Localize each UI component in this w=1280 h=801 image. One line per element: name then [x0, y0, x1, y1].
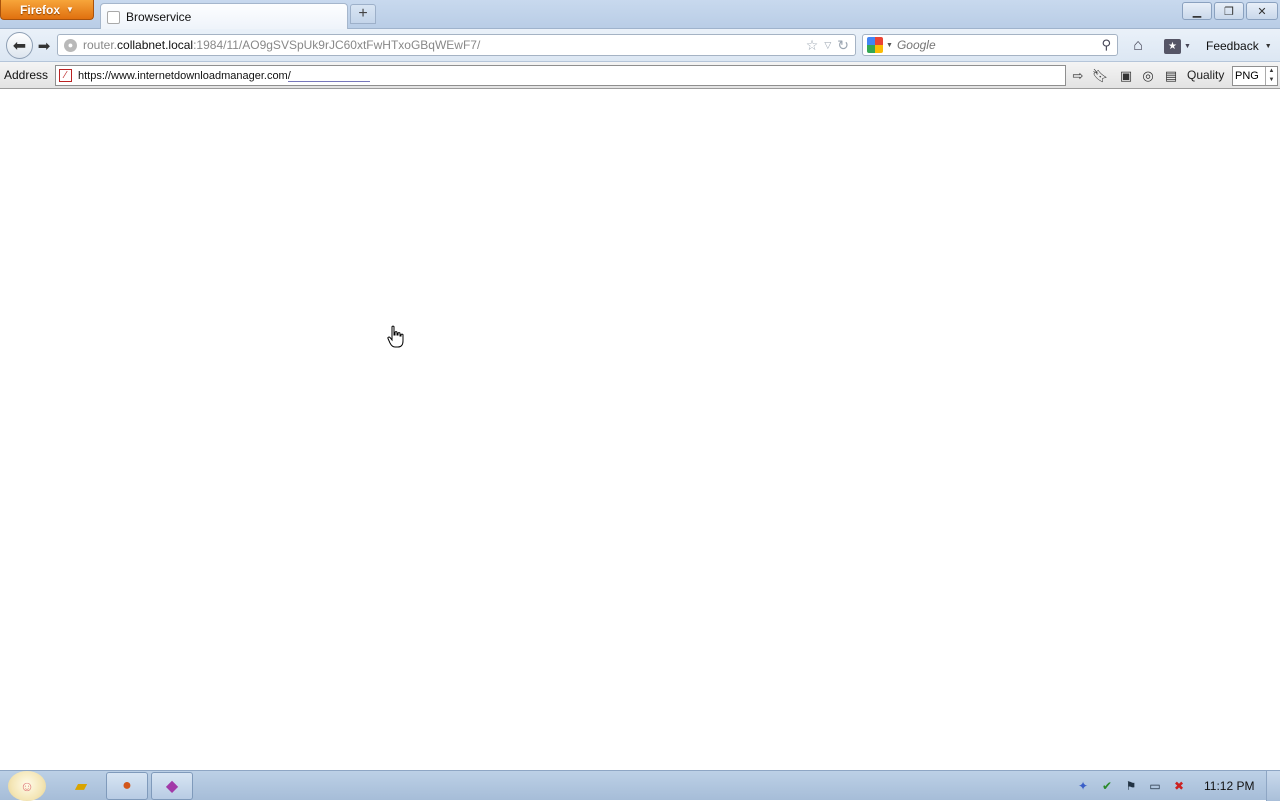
new-tab-button[interactable]: + — [350, 4, 376, 24]
home-icon: ⌂ — [1133, 37, 1143, 54]
firefox-menu-label: Firefox — [20, 2, 61, 17]
minimize-icon: ▁ — [1192, 5, 1202, 18]
forward-button[interactable]: ➡ — [34, 36, 54, 56]
page-viewport[interactable] — [0, 90, 1280, 770]
url-text: router.collabnet.local:1984/11/AO9gSVSpU… — [83, 38, 480, 52]
tray-flag-icon[interactable]: ⚑ — [1123, 778, 1139, 794]
save-page-icon[interactable]: ▣ — [1117, 67, 1135, 85]
home-button[interactable]: ⌂ — [1127, 35, 1149, 57]
tab-browservice[interactable]: Browservice — [100, 3, 348, 30]
url-prefix: router. — [83, 38, 118, 52]
magnifier-icon[interactable]: ⚲ — [1101, 37, 1111, 53]
history-dropdown-icon[interactable]: ▽ — [824, 37, 831, 54]
search-bar: ▼ ⚲ — [862, 34, 1118, 56]
back-button[interactable]: ⬅ — [6, 32, 33, 59]
firefox-icon: ● — [122, 777, 132, 794]
reload-icon[interactable]: ↻ — [837, 37, 849, 54]
taskbar-clock[interactable]: 11:12 PM — [1204, 779, 1254, 793]
address-input[interactable] — [78, 69, 978, 82]
bookmarks-icon: ★ — [1164, 38, 1181, 54]
url-path: :1984/11/AO9gSVSpUk9rJC60xtFwHTxoGBqWEwF… — [193, 38, 481, 52]
bookmarks-button[interactable]: ★ ▼ — [1164, 36, 1198, 56]
hand-cursor-icon — [387, 325, 404, 348]
search-input[interactable] — [896, 38, 1087, 52]
quality-value: PNG — [1235, 70, 1259, 82]
star-icon[interactable]: ☆ — [806, 37, 819, 54]
close-button[interactable]: ✕ — [1246, 2, 1278, 20]
taskbar: ☺ ▰ ● ◆ ✦ ✔ ⚑ ▭ ✖ 11:12 PM — [0, 770, 1280, 801]
navigation-toolbar: ⬅ ➡ ● router.collabnet.local:1984/11/AO9… — [0, 29, 1280, 62]
show-desktop-button[interactable] — [1266, 771, 1280, 801]
taskbar-firefox-button[interactable]: ● — [106, 772, 148, 800]
google-icon[interactable] — [867, 37, 883, 53]
tray-volume-muted-icon[interactable]: ✖ — [1171, 778, 1187, 794]
restore-button[interactable]: ❐ — [1214, 2, 1244, 20]
caret-down-icon: ▼ — [66, 5, 74, 14]
clipboard-icon[interactable]: ▤ — [1162, 67, 1180, 85]
tray-display-icon[interactable]: ▭ — [1147, 778, 1163, 794]
tray-security-icon[interactable]: ✔ — [1099, 778, 1115, 794]
site-identity-icon[interactable]: ● — [64, 38, 77, 52]
address-label: Address — [4, 68, 49, 82]
taskbar-explorer-button[interactable]: ▰ — [60, 772, 102, 800]
go-arrow-icon[interactable]: ⇨ — [1069, 67, 1087, 85]
find-icon[interactable]: ◎ — [1139, 67, 1157, 85]
firefox-menu-button[interactable]: Firefox ▼ — [0, 0, 94, 20]
blank-page-icon — [107, 10, 120, 24]
url-bar-actions: ☆ ▽ ↻ — [806, 37, 849, 54]
url-host: collabnet.local — [117, 38, 194, 52]
tab-title: Browservice — [126, 10, 192, 24]
title-bar: Firefox ▼ Browservice + ▁ ❐ ✕ — [0, 0, 1280, 30]
insecure-icon: ⁄ — [59, 69, 72, 82]
start-button[interactable]: ☺ — [8, 771, 46, 801]
arrow-right-icon: ➡ — [37, 38, 51, 55]
engine-caret-icon[interactable]: ▼ — [886, 42, 893, 49]
address-toolbar: Address ⁄ ⇨ 🔖︎ ▣ ◎ ▤ Quality PNG ▲▼ — [0, 62, 1280, 89]
bookmark-icon[interactable]: 🔖︎ — [1091, 67, 1109, 85]
feedback-button[interactable]: Feedback ▼ — [1206, 37, 1272, 55]
close-icon: ✕ — [1257, 5, 1267, 18]
start-orb-icon: ☺ — [19, 778, 35, 794]
url-bar[interactable]: ● router.collabnet.local:1984/11/AO9gSVS… — [57, 34, 856, 56]
restore-icon: ❐ — [1224, 5, 1234, 18]
address-field: ⁄ — [55, 65, 1066, 86]
quality-select[interactable]: PNG ▲ ▼ — [1232, 66, 1278, 86]
quality-label: Quality — [1187, 68, 1225, 82]
feedback-label: Feedback — [1206, 39, 1259, 53]
minimize-button[interactable]: ▁ — [1182, 2, 1212, 20]
taskbar-app-button[interactable]: ◆ — [151, 772, 193, 800]
app-icon: ◆ — [165, 778, 179, 795]
feedback-caret-icon: ▼ — [1264, 42, 1272, 50]
text-cursor-underline — [288, 81, 370, 82]
tray-network-icon[interactable]: ✦ — [1075, 778, 1091, 794]
spinner-arrows-icon[interactable]: ▲ ▼ — [1265, 67, 1277, 85]
folder-icon: ▰ — [74, 778, 88, 795]
bookmarks-caret-icon: ▼ — [1184, 42, 1191, 50]
arrow-left-icon: ⬅ — [12, 37, 27, 55]
